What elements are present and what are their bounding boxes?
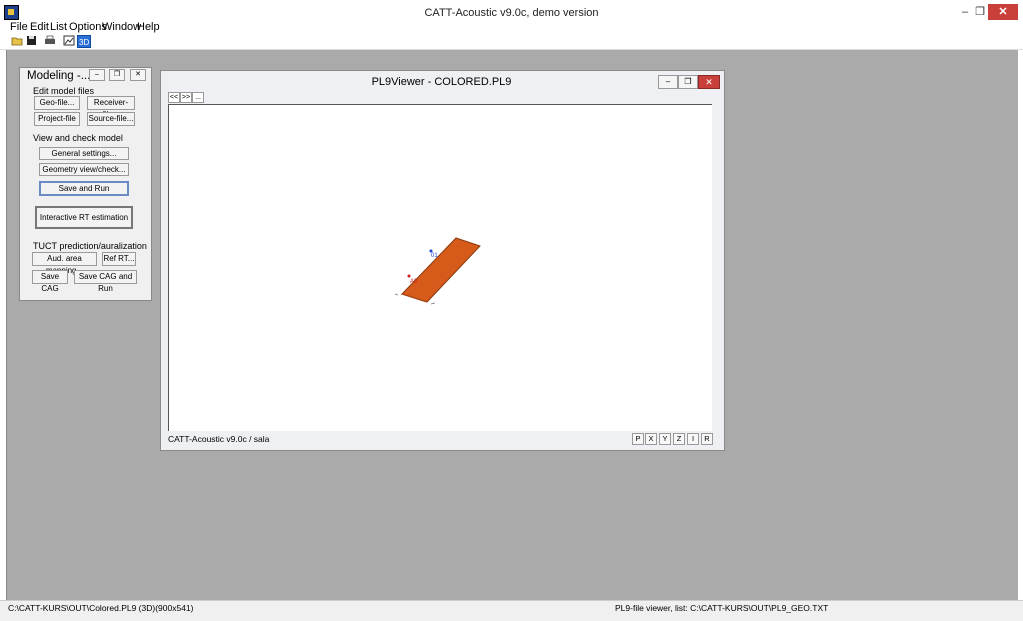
axis-y-button[interactable]: Y [659, 433, 671, 445]
axis-x-button[interactable]: X [645, 433, 657, 445]
status-file-path: C:\CATT-KURS\OUT\Colored.PL9 (3D)(900x54… [8, 603, 194, 613]
save-cag-and-run-button[interactable]: Save CAG and Run [74, 270, 137, 293]
source-label: A0 [410, 279, 418, 285]
receiver-file-button[interactable]: Receiver-file... [87, 96, 135, 119]
status-viewer-info: PL9-file viewer, list: C:\CATT-KURS\OUT\… [615, 603, 829, 613]
save-cag-button[interactable]: Save CAG [32, 270, 68, 293]
axis-r-button[interactable]: R [701, 433, 713, 445]
save-icon[interactable] [26, 35, 38, 46]
tuct-label: TUCT prediction/auralization [33, 241, 147, 251]
next-button[interactable]: >> [180, 92, 192, 103]
axis-p-button[interactable]: P [632, 433, 644, 445]
toolbar [0, 33, 1023, 50]
viewer-status: CATT-Acoustic v9.0c / sala [168, 434, 270, 444]
view-check-label: View and check model [33, 133, 123, 143]
receiver-label: 01 [431, 253, 438, 259]
modeling-minimize-button[interactable]: – [89, 69, 105, 81]
edit-model-files-label: Edit model files [33, 86, 95, 96]
geo-file-button[interactable]: Geo-file... [34, 96, 80, 110]
viewer-close-button[interactable]: ✕ [698, 75, 720, 89]
viewer-canvas[interactable]: 01 A0 [168, 104, 712, 431]
close-button[interactable]: ✕ [988, 4, 1018, 20]
open-folder-icon[interactable] [11, 35, 23, 46]
ref-rt-button[interactable]: Ref RT... [102, 252, 136, 266]
source-file-button[interactable]: Source-file... [87, 112, 135, 126]
svg-text:3D: 3D [79, 38, 89, 47]
axis-z-button[interactable]: Z [673, 433, 685, 445]
3d-view-icon[interactable]: 3D [77, 35, 91, 48]
aud-area-mapping-button[interactable]: Aud. area mapping... [32, 252, 97, 275]
modeling-restore-button[interactable]: ❐ [109, 69, 125, 81]
modeling-close-button[interactable]: ✕ [130, 69, 146, 81]
interactive-rt-button[interactable]: Interactive RT estimation [35, 206, 133, 229]
room-plane [401, 237, 481, 303]
project-file-button[interactable]: Project-file [34, 112, 80, 126]
app-title: CATT-Acoustic v9.0c, demo version [424, 7, 599, 19]
source-marker [407, 274, 411, 278]
prev-button[interactable]: << [168, 92, 180, 103]
viewer-restore-button[interactable]: ❐ [678, 75, 698, 89]
image-icon[interactable] [63, 35, 75, 46]
axis-marker [394, 293, 399, 296]
geometry-view-button[interactable]: Geometry view/check... [39, 163, 129, 176]
axis-marker-2 [430, 302, 436, 305]
menu-list[interactable]: List [50, 21, 67, 33]
axis-i-button[interactable]: I [687, 433, 699, 445]
modeling-title: Modeling -... [27, 70, 91, 82]
more-button[interactable]: ... [192, 92, 204, 103]
viewer-minimize-button[interactable]: – [658, 75, 678, 89]
viewer-title: PL9Viewer - COLORED.PL9 [371, 76, 512, 88]
menu-help[interactable]: Help [137, 21, 160, 33]
menu-window[interactable]: Window [102, 21, 141, 33]
menu-file[interactable]: File [10, 21, 28, 33]
save-and-run-button[interactable]: Save and Run [39, 181, 129, 196]
print-icon[interactable] [44, 35, 56, 46]
general-settings-button[interactable]: General settings... [39, 147, 129, 160]
menu-edit[interactable]: Edit [30, 21, 49, 33]
